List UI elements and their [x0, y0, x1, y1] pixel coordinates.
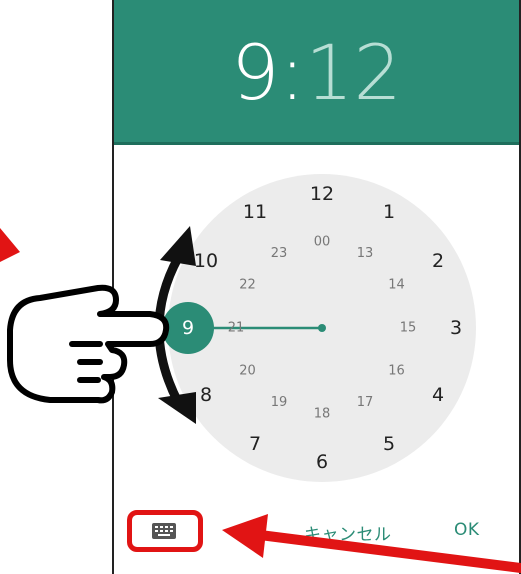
- red-arrow-icon: [222, 514, 521, 573]
- annotation-layer: [0, 226, 521, 573]
- pointing-hand-icon: [7, 284, 170, 404]
- red-triangle-icon: [0, 228, 20, 262]
